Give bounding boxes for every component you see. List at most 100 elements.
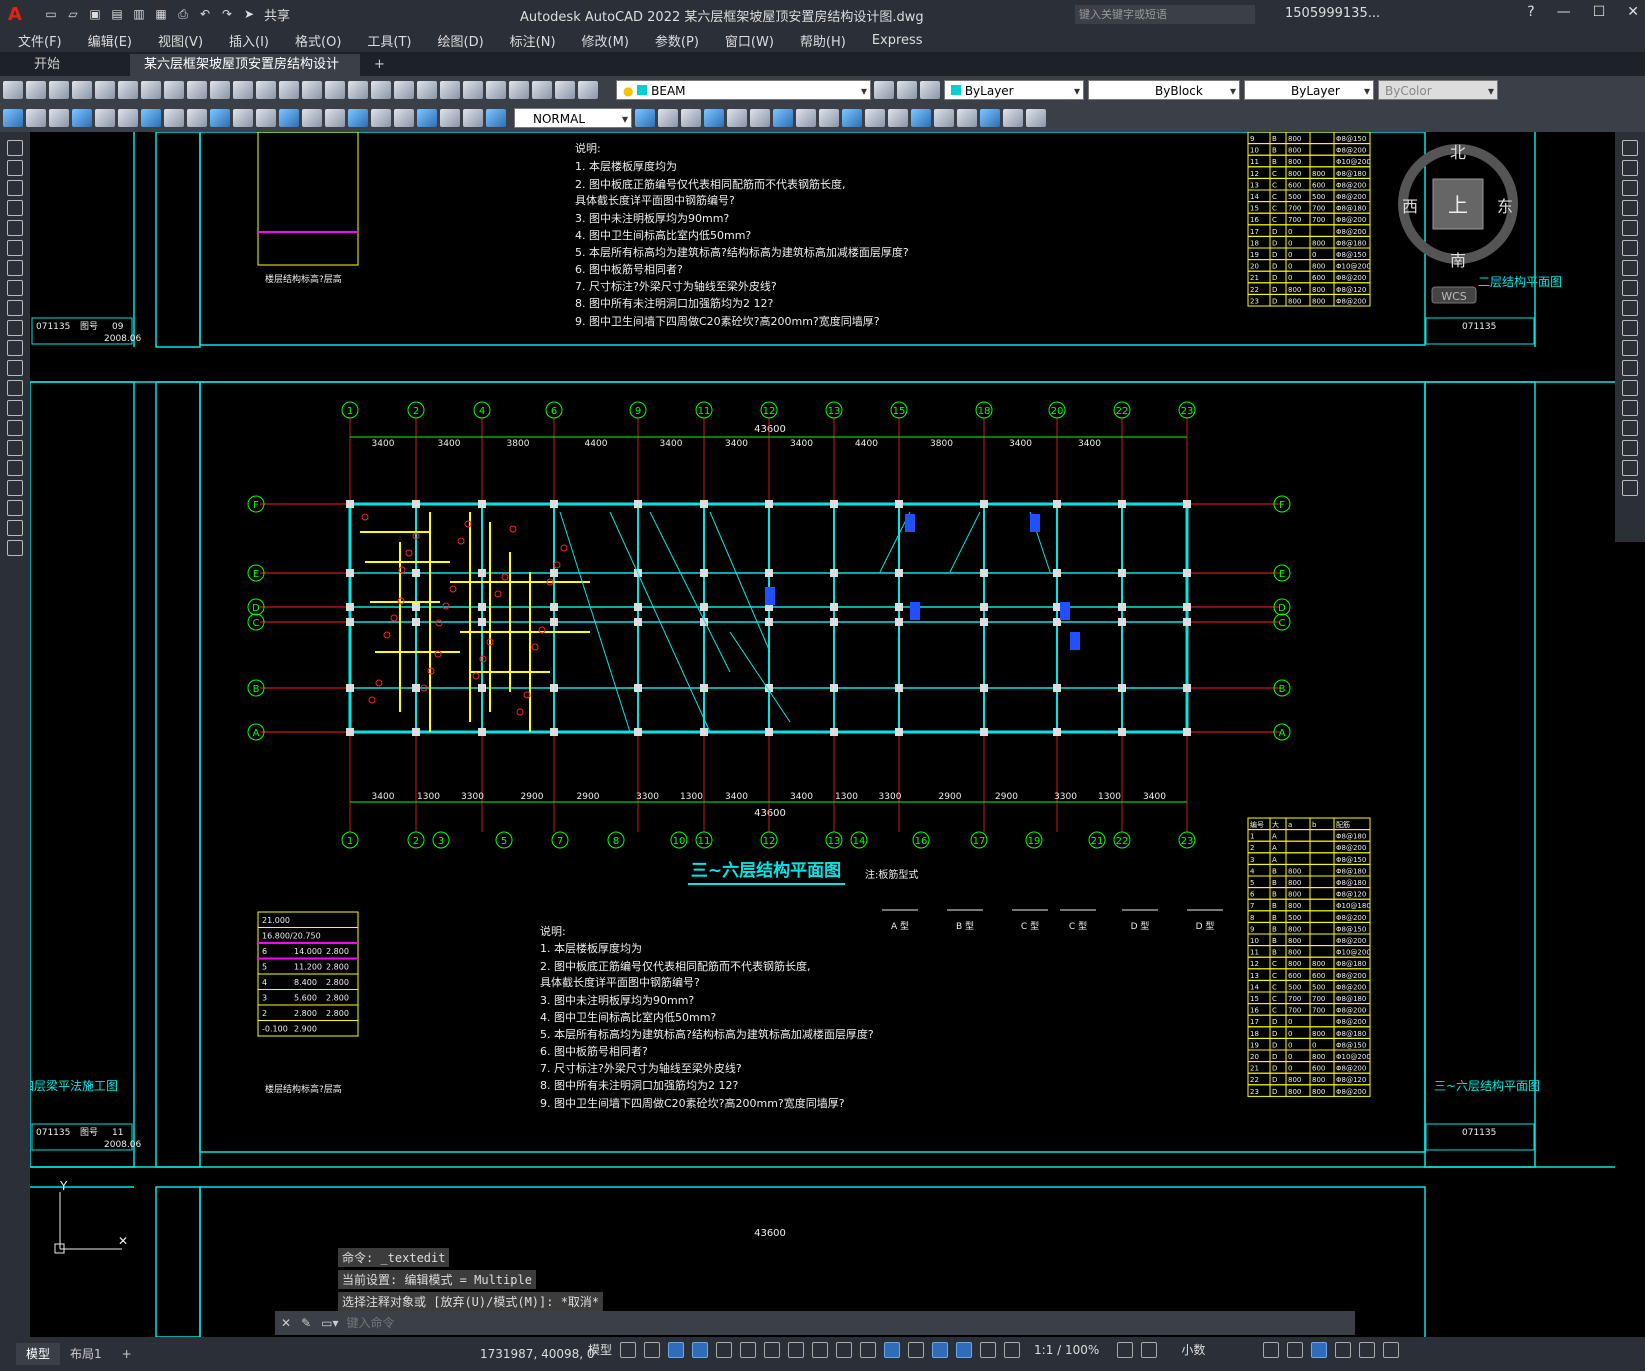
dim-tool-13-icon[interactable] (302, 109, 322, 127)
std-tool-9-icon[interactable] (210, 81, 230, 99)
help-icon[interactable]: ? (1527, 4, 1534, 20)
modify-tool-3-icon[interactable] (704, 109, 724, 127)
std-tool-7-icon[interactable] (164, 81, 184, 99)
std-tool-1-icon[interactable] (26, 81, 46, 99)
annotation-scale-icon[interactable] (1004, 1341, 1021, 1358)
tab-add[interactable]: + (360, 54, 399, 76)
dim-tool-12-icon[interactable] (279, 109, 299, 127)
draw-tool-0-icon[interactable] (7, 140, 23, 156)
modify-tool-16-icon[interactable] (1622, 460, 1638, 476)
std-tool-19-icon[interactable] (440, 81, 460, 99)
layer-tool-0-icon[interactable] (874, 81, 894, 99)
modify-tool-15-icon[interactable] (980, 109, 1000, 127)
draw-tool-3-icon[interactable] (7, 200, 23, 216)
std-tool-11-icon[interactable] (256, 81, 276, 99)
dim-tool-0-icon[interactable] (3, 109, 23, 127)
dim-tool-8-icon[interactable] (187, 109, 207, 127)
annotation-monitor-icon[interactable] (1141, 1341, 1158, 1358)
clean-screen-icon[interactable] (1359, 1341, 1376, 1358)
wrench-icon[interactable]: ✎ (301, 1316, 311, 1330)
modify-tool-10-icon[interactable] (1622, 340, 1638, 356)
dim-tool-19-icon[interactable] (440, 109, 460, 127)
open-icon[interactable]: ▱ (64, 6, 82, 22)
maximize-icon[interactable]: ☐ (1593, 4, 1606, 20)
drawing-svg[interactable]: 上 北 南 东 西 WCS 说明: 1. 本层楼板厚度均为 2. 图中板底正筋编… (30, 132, 1615, 1337)
modify-tool-6-icon[interactable] (1622, 260, 1638, 276)
dim-tool-18-icon[interactable] (417, 109, 437, 127)
draw-tool-20-icon[interactable] (7, 540, 23, 556)
snap-icon[interactable] (644, 1341, 661, 1358)
std-tool-18-icon[interactable] (417, 81, 437, 99)
std-tool-20-icon[interactable] (463, 81, 483, 99)
dynamic-ucs-icon[interactable] (884, 1341, 901, 1358)
annotation-visibility-icon[interactable] (956, 1341, 973, 1358)
modify-tool-14-icon[interactable] (1622, 420, 1638, 436)
std-tool-12-icon[interactable] (279, 81, 299, 99)
std-tool-24-icon[interactable] (555, 81, 575, 99)
std-tool-25-icon[interactable] (578, 81, 598, 99)
minimize-icon[interactable]: — (1557, 4, 1571, 20)
structural-plan[interactable]: 1 2 4 6 9 11 12 13 15 18 20 22 231 2 3 5 7 8 10 11 12 13 14 16 1… (247, 401, 1291, 849)
share-icon[interactable]: ➤ (240, 6, 258, 22)
menu-item-8[interactable]: 修改(M) (582, 31, 629, 50)
dim-tool-20-icon[interactable] (463, 109, 483, 127)
user-account[interactable]: 1505999135... (1285, 6, 1380, 21)
modify-tool-6-icon[interactable] (773, 109, 793, 127)
std-tool-0-icon[interactable] (3, 81, 23, 99)
close-icon[interactable]: ✕ (1627, 4, 1639, 20)
layer-combo[interactable]: ● BEAM ▾ (616, 80, 871, 100)
modify-tool-1-icon[interactable] (658, 109, 678, 127)
draw-tool-10-icon[interactable] (7, 340, 23, 356)
draw-tool-18-icon[interactable] (7, 500, 23, 516)
gizmo-icon[interactable] (932, 1341, 949, 1358)
workspace-gear-icon[interactable] (1117, 1341, 1134, 1358)
draw-tool-2-icon[interactable] (7, 180, 23, 196)
color-combo[interactable]: ByLayer ▾ (944, 80, 1084, 100)
tab-add-layout[interactable]: + (112, 1343, 142, 1365)
quick-properties-icon[interactable] (1263, 1341, 1280, 1358)
std-tool-21-icon[interactable] (486, 81, 506, 99)
menu-item-1[interactable]: 编辑(E) (88, 31, 132, 50)
menu-item-9[interactable]: 参数(P) (655, 31, 699, 50)
menu-item-12[interactable]: Express (872, 33, 923, 48)
dimstyle-combo[interactable]: NORMAL ▾ (514, 108, 632, 128)
modify-tool-12-icon[interactable] (911, 109, 931, 127)
std-tool-13-icon[interactable] (302, 81, 322, 99)
modify-tool-2-icon[interactable] (1622, 180, 1638, 196)
drawing-canvas[interactable]: 上 北 南 东 西 WCS 说明: 1. 本层楼板厚度均为 2. 图中板底正筋编… (30, 132, 1615, 1337)
menu-item-10[interactable]: 窗口(W) (725, 31, 774, 50)
modify-tool-15-icon[interactable] (1622, 440, 1638, 456)
ortho-icon[interactable] (668, 1341, 685, 1358)
std-tool-10-icon[interactable] (233, 81, 253, 99)
modify-tool-17-icon[interactable] (1026, 109, 1046, 127)
isolate-objects-icon[interactable] (1311, 1341, 1328, 1358)
draw-tool-14-icon[interactable] (7, 420, 23, 436)
lock-ui-icon[interactable] (1287, 1341, 1304, 1358)
viewcube-north[interactable]: 北 (1450, 143, 1466, 162)
modify-tool-16-icon[interactable] (1003, 109, 1023, 127)
modify-tool-4-icon[interactable] (727, 109, 747, 127)
graphics-performance-icon[interactable] (1335, 1341, 1352, 1358)
std-tool-14-icon[interactable] (325, 81, 345, 99)
viewcube-west[interactable]: 西 (1402, 197, 1418, 216)
web-save-icon[interactable]: ▦ (152, 6, 170, 22)
modify-tool-5-icon[interactable] (750, 109, 770, 127)
layer-tool-2-icon[interactable] (920, 81, 940, 99)
menu-item-2[interactable]: 视图(V) (158, 31, 203, 50)
plot-icon[interactable]: ⎙ (174, 6, 192, 22)
draw-tool-9-icon[interactable] (7, 320, 23, 336)
model-space-toggle[interactable]: 模型 (588, 1341, 612, 1358)
modify-tool-1-icon[interactable] (1622, 160, 1638, 176)
selection-filter-icon[interactable] (908, 1341, 925, 1358)
std-tool-3-icon[interactable] (72, 81, 92, 99)
osnap-icon[interactable] (740, 1341, 757, 1358)
dim-tool-21-icon[interactable] (486, 109, 506, 127)
modify-tool-11-icon[interactable] (888, 109, 908, 127)
std-tool-2-icon[interactable] (49, 81, 69, 99)
dim-tool-14-icon[interactable] (325, 109, 345, 127)
menu-item-4[interactable]: 格式(O) (295, 31, 341, 50)
modify-tool-3-icon[interactable] (1622, 200, 1638, 216)
menu-item-11[interactable]: 帮助(H) (800, 31, 846, 50)
dim-tool-5-icon[interactable] (118, 109, 138, 127)
modify-tool-0-icon[interactable] (1622, 140, 1638, 156)
